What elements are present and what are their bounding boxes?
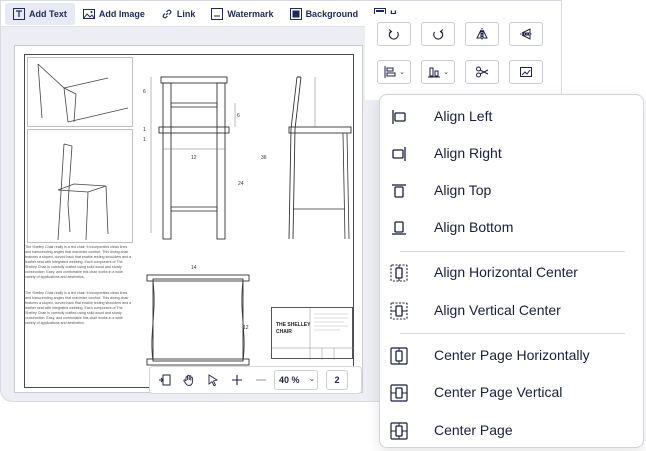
description-paragraph-2: The Shelley Chair really is a red chair.…	[25, 291, 132, 325]
chair-top-plan	[146, 274, 250, 366]
scissors-icon	[476, 66, 489, 78]
center-page-vertical-icon	[390, 384, 408, 402]
description-paragraph-1: The Shelley Chair really is a red chair.…	[25, 245, 132, 279]
flip-vertical-icon	[520, 28, 532, 40]
watermark-label: Watermark	[227, 8, 274, 19]
fit-to-page-button[interactable]	[154, 369, 176, 391]
menu-item-align-horizontal-center[interactable]: Align Horizontal Center	[380, 257, 645, 287]
watermark-icon	[211, 7, 224, 20]
chevron-down-icon: ⌄	[443, 69, 449, 76]
add-text-label: Add Text	[29, 8, 67, 19]
chair-perspective-sketch-bottom	[27, 129, 133, 243]
menu-item-align-right[interactable]: Align Right	[380, 138, 645, 168]
pan-tool-button[interactable]	[178, 369, 200, 391]
dim-label: 6	[143, 89, 146, 95]
menu-item-center-page-horizontally[interactable]: Center Page Horizontally	[380, 340, 645, 370]
menu-divider	[400, 251, 625, 252]
replace-image-button[interactable]	[509, 60, 543, 84]
menu-item-label: Align Bottom	[434, 219, 514, 235]
center-page-icon	[390, 422, 408, 440]
dim-label: 36	[261, 155, 267, 161]
plus-icon	[232, 375, 242, 385]
align-right-icon	[390, 145, 408, 163]
menu-item-center-page-vertical[interactable]: Center Page Vertical	[380, 377, 645, 407]
chevron-down-icon: ⌄	[309, 376, 315, 383]
image-tools-panel: ⌄ ⌄	[365, 14, 561, 100]
dim-label: 1	[143, 127, 146, 133]
menu-item-center-page[interactable]: Center Page	[380, 415, 645, 445]
background-icon	[289, 7, 302, 20]
zoom-value: 40 %	[279, 375, 300, 385]
align-left-icon	[390, 108, 408, 126]
zoom-in-button[interactable]	[226, 369, 248, 391]
menu-item-label: Align Horizontal Center	[434, 264, 578, 280]
menu-item-label: Align Left	[434, 108, 493, 124]
title-block: THE SHELLEY CHAIR	[271, 307, 354, 360]
rotate-right-button[interactable]	[421, 22, 455, 46]
menu-item-label: Center Page Vertical	[434, 384, 563, 400]
rotate-right-icon	[433, 29, 444, 40]
distribute-dropdown-button[interactable]: ⌄	[421, 60, 455, 84]
cursor-icon	[208, 374, 219, 387]
add-image-button[interactable]: Add Image	[75, 3, 153, 25]
menu-item-align-vertical-center[interactable]: Align Vertical Center	[380, 295, 645, 325]
background-label: Background	[305, 8, 359, 19]
align-dropdown-button[interactable]: ⌄	[377, 60, 411, 84]
chair-front-elevation	[150, 76, 236, 240]
link-label: Link	[176, 8, 196, 19]
menu-item-label: Center Page Horizontally	[434, 347, 590, 363]
flip-horizontal-button[interactable]	[465, 22, 499, 46]
align-top-icon	[390, 182, 408, 200]
menu-item-label: Center Page	[434, 422, 513, 438]
dim-label: 12	[191, 155, 197, 161]
align-horizontal-center-icon	[390, 264, 408, 282]
page-number-field[interactable]: 2	[326, 370, 348, 390]
align-dropdown-menu: Align Left Align Right Align Top Align B…	[379, 94, 644, 448]
rotate-left-icon	[388, 29, 399, 40]
fit-page-icon	[159, 374, 171, 386]
center-page-horizontally-icon	[390, 347, 408, 365]
app-window: Add Text Add Image Link Watermark Backgr…	[0, 0, 646, 451]
select-tool-button[interactable]	[202, 369, 224, 391]
menu-item-label: Align Right	[434, 145, 502, 161]
background-button[interactable]: Background	[282, 3, 367, 25]
zoom-out-button[interactable]	[250, 369, 272, 391]
text-icon	[13, 7, 25, 20]
zoom-level-select[interactable]: 40 % ⌄	[274, 370, 318, 390]
link-button[interactable]: Link	[153, 3, 204, 25]
image-icon	[82, 8, 95, 20]
distribute-menu-icon	[428, 67, 441, 78]
dim-label: 6	[237, 113, 240, 119]
align-menu-icon	[384, 66, 396, 78]
align-bottom-icon	[390, 219, 408, 237]
chair-perspective-sketch-top	[27, 57, 133, 127]
watermark-button[interactable]: Watermark	[203, 3, 281, 25]
dim-label: 24	[238, 181, 244, 187]
crop-button[interactable]	[465, 60, 499, 84]
image-replace-icon	[520, 67, 532, 77]
dim-label: 1	[143, 137, 146, 143]
add-text-button[interactable]: Add Text	[5, 2, 75, 25]
link-icon	[161, 8, 173, 20]
bottom-toolbar: 40 % ⌄ 2	[149, 366, 362, 394]
hand-icon	[183, 374, 193, 386]
menu-item-label: Align Top	[434, 182, 492, 198]
menu-divider	[400, 333, 625, 334]
dim-label: 14	[191, 265, 197, 271]
add-image-label: Add Image	[98, 8, 145, 19]
align-vertical-center-icon	[390, 302, 408, 320]
menu-item-align-bottom[interactable]: Align Bottom	[380, 212, 645, 242]
chevron-down-icon: ⌄	[399, 69, 405, 76]
chair-side-elevation	[288, 76, 352, 240]
minus-icon	[256, 379, 266, 381]
flip-horizontal-icon	[476, 28, 488, 40]
rotate-left-button[interactable]	[377, 22, 411, 46]
menu-item-label: Align Vertical Center	[434, 302, 561, 318]
menu-item-align-top[interactable]: Align Top	[380, 175, 645, 205]
flip-vertical-button[interactable]	[509, 22, 543, 46]
menu-item-align-left[interactable]: Align Left	[380, 101, 645, 131]
